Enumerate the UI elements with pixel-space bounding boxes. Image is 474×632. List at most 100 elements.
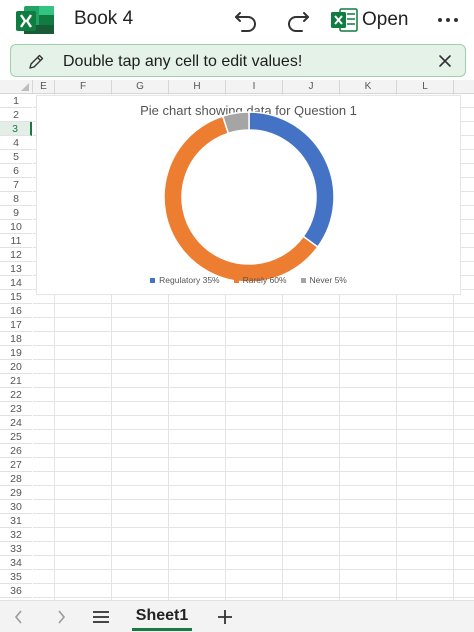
row-gridline xyxy=(33,331,474,332)
banner-message: Double tap any cell to edit values! xyxy=(63,53,303,70)
column-header-g[interactable]: G xyxy=(112,80,169,94)
row-header-15[interactable]: 15 xyxy=(0,290,32,304)
open-label: Open xyxy=(362,9,409,30)
column-header-i[interactable]: I xyxy=(226,80,283,94)
row-header-18[interactable]: 18 xyxy=(0,332,32,346)
chart-legend: Regulatory 35% Rarely 60% Never 5% xyxy=(37,275,460,285)
row-gridline xyxy=(33,373,474,374)
row-header-22[interactable]: 22 xyxy=(0,388,32,402)
row-header-13[interactable]: 13 xyxy=(0,262,32,276)
legend-item: Rarely 60% xyxy=(233,275,287,285)
open-in-excel-button[interactable]: Open xyxy=(330,6,408,34)
column-header-f[interactable]: F xyxy=(55,80,112,94)
column-header-j[interactable]: J xyxy=(283,80,340,94)
row-header-25[interactable]: 25 xyxy=(0,430,32,444)
row-header-31[interactable]: 31 xyxy=(0,514,32,528)
row-header-9[interactable]: 9 xyxy=(0,206,32,220)
legend-item: Never 5% xyxy=(300,275,347,285)
row-gridline xyxy=(33,415,474,416)
add-sheet-icon[interactable] xyxy=(216,608,234,626)
redo-icon[interactable] xyxy=(284,7,312,33)
row-gridline xyxy=(33,401,474,402)
sheet-tab-sheet1[interactable]: Sheet1 xyxy=(128,601,196,632)
excel-small-icon xyxy=(331,8,358,32)
document-title[interactable]: Book 4 xyxy=(74,8,133,30)
chevron-left-icon[interactable] xyxy=(12,608,26,626)
row-gridline xyxy=(33,569,474,570)
legend-item: Regulatory 35% xyxy=(150,275,220,285)
doughnut-plot xyxy=(163,111,335,283)
column-header-l[interactable]: L xyxy=(397,80,454,94)
legend-swatch xyxy=(233,277,239,283)
row-gridline xyxy=(33,541,474,542)
row-header-20[interactable]: 20 xyxy=(0,360,32,374)
row-header-16[interactable]: 16 xyxy=(0,304,32,318)
excel-logo-icon[interactable] xyxy=(14,4,58,36)
row-header-1[interactable]: 1 xyxy=(0,94,32,108)
sheet-bar: Sheet1 xyxy=(0,600,474,632)
chevron-right-icon[interactable] xyxy=(54,608,68,626)
row-header-23[interactable]: 23 xyxy=(0,402,32,416)
select-all-corner[interactable] xyxy=(0,80,33,94)
row-header-19[interactable]: 19 xyxy=(0,346,32,360)
row-gridline xyxy=(33,359,474,360)
legend-label: Never 5% xyxy=(309,275,347,285)
row-gridline xyxy=(33,583,474,584)
legend-swatch xyxy=(150,277,156,283)
row-header-2[interactable]: 2 xyxy=(0,108,32,122)
legend-label: Regulatory 35% xyxy=(159,275,220,285)
column-header-e[interactable]: E xyxy=(33,80,55,94)
row-header-26[interactable]: 26 xyxy=(0,444,32,458)
edit-hint-banner: Double tap any cell to edit values! xyxy=(10,44,466,77)
row-header-34[interactable]: 34 xyxy=(0,556,32,570)
row-gridline xyxy=(33,345,474,346)
row-header-4[interactable]: 4 xyxy=(0,136,32,150)
row-header-11[interactable]: 11 xyxy=(0,234,32,248)
row-gridline xyxy=(33,555,474,556)
pencil-icon xyxy=(27,53,45,71)
row-header-35[interactable]: 35 xyxy=(0,570,32,584)
row-gridline xyxy=(33,597,474,598)
hamburger-menu-icon[interactable] xyxy=(92,610,110,624)
row-header-24[interactable]: 24 xyxy=(0,416,32,430)
row-header-30[interactable]: 30 xyxy=(0,500,32,514)
row-gridline xyxy=(33,527,474,528)
pie-chart[interactable]: Pie chart showing data for Question 1 Re… xyxy=(36,95,461,295)
column-header-h[interactable]: H xyxy=(169,80,226,94)
row-header-12[interactable]: 12 xyxy=(0,248,32,262)
row-header-28[interactable]: 28 xyxy=(0,472,32,486)
row-header-10[interactable]: 10 xyxy=(0,220,32,234)
row-gridline xyxy=(33,471,474,472)
active-tab-indicator xyxy=(132,628,192,631)
row-header-17[interactable]: 17 xyxy=(0,318,32,332)
row-header-5[interactable]: 5 xyxy=(0,150,32,164)
row-header-3[interactable]: 3 xyxy=(0,122,32,136)
row-header-8[interactable]: 8 xyxy=(0,192,32,206)
doughnut-slice-2[interactable] xyxy=(221,111,250,135)
doughnut-slice-0[interactable] xyxy=(248,111,335,249)
column-headers: EFGHIJKL xyxy=(33,80,474,94)
close-icon[interactable] xyxy=(437,53,453,69)
row-header-14[interactable]: 14 xyxy=(0,276,32,290)
column-header-k[interactable]: K xyxy=(340,80,397,94)
row-gridline xyxy=(33,429,474,430)
app-bar: Book 4 Open xyxy=(0,0,474,40)
sheet-tab-label: Sheet1 xyxy=(135,607,189,624)
legend-label: Rarely 60% xyxy=(242,275,287,285)
row-gridline xyxy=(33,387,474,388)
row-header-29[interactable]: 29 xyxy=(0,486,32,500)
row-header-36[interactable]: 36 xyxy=(0,584,32,598)
row-gridline xyxy=(33,485,474,486)
more-options-icon[interactable] xyxy=(434,8,462,32)
row-gridline xyxy=(33,443,474,444)
row-header-7[interactable]: 7 xyxy=(0,178,32,192)
undo-icon[interactable] xyxy=(232,7,260,33)
row-header-27[interactable]: 27 xyxy=(0,458,32,472)
row-header-32[interactable]: 32 xyxy=(0,528,32,542)
row-gridline xyxy=(33,457,474,458)
row-header-6[interactable]: 6 xyxy=(0,164,32,178)
row-header-21[interactable]: 21 xyxy=(0,374,32,388)
row-header-33[interactable]: 33 xyxy=(0,542,32,556)
row-gridline xyxy=(33,499,474,500)
legend-swatch xyxy=(300,277,306,283)
